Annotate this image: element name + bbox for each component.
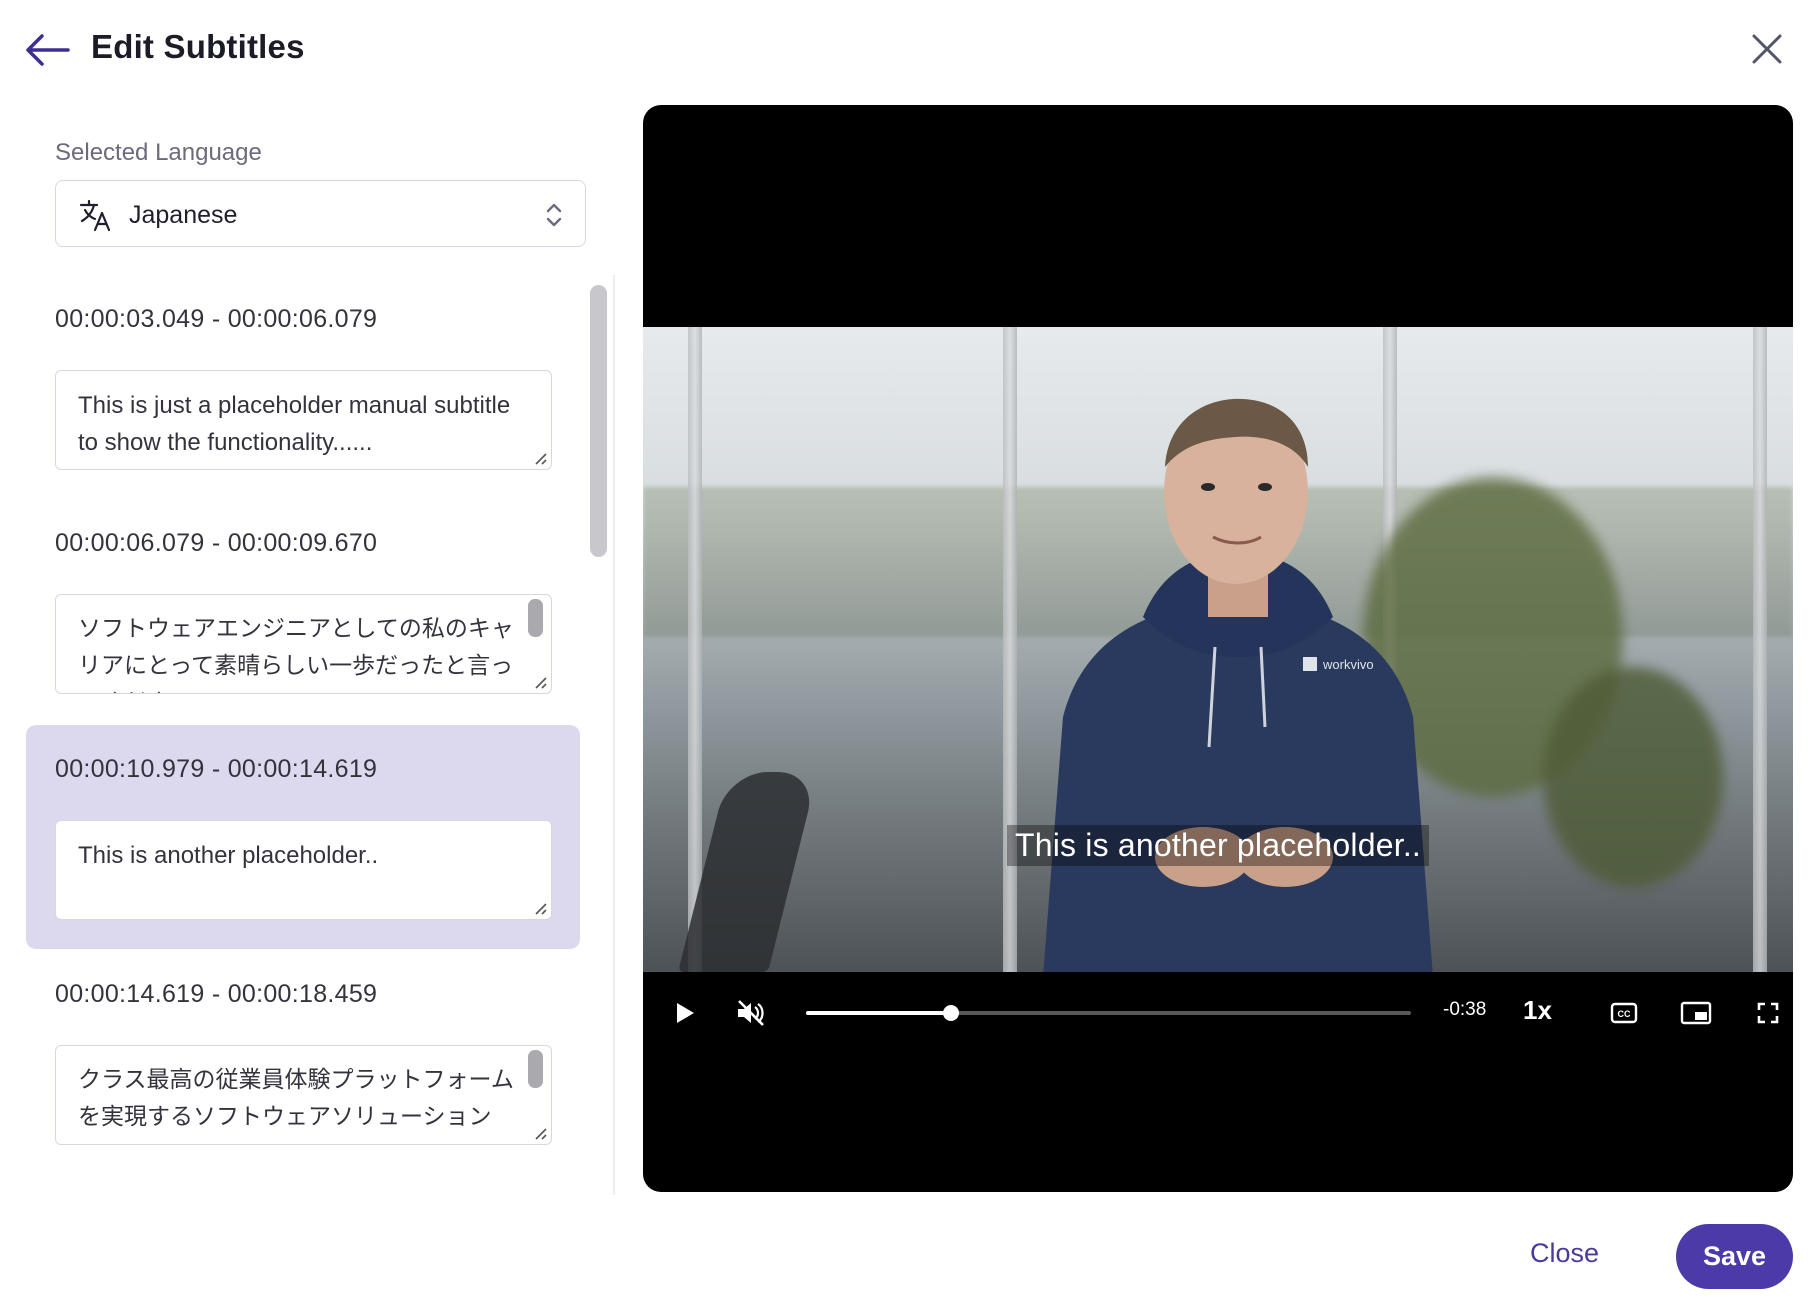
cue-item-active[interactable]: 00:00:10.979 - 00:00:14.619 This is anot… bbox=[26, 725, 580, 949]
language-label: Selected Language bbox=[55, 139, 262, 166]
video-player[interactable]: workvivo This is another placeholder.. -… bbox=[643, 105, 1793, 1192]
modal-header: Edit Subtitles bbox=[0, 0, 1814, 100]
language-value: Japanese bbox=[129, 201, 238, 229]
cue-text-input[interactable]: クラス最高の従業員体験プラットフォームを実現するソフトウェアソリューション bbox=[55, 1045, 552, 1145]
close-modal-button[interactable] bbox=[1748, 30, 1786, 68]
fullscreen-button[interactable] bbox=[1745, 985, 1791, 1040]
window-frame bbox=[1753, 327, 1767, 972]
time-remaining: -0:38 bbox=[1443, 999, 1487, 1020]
hoodie-brand: workvivo bbox=[1322, 657, 1374, 672]
cue-timestamp: 00:00:06.079 - 00:00:09.670 bbox=[55, 529, 378, 557]
playback-speed-button[interactable]: 1x bbox=[1523, 995, 1552, 1026]
pip-button[interactable] bbox=[1673, 985, 1719, 1040]
picture-in-picture-icon bbox=[1680, 1001, 1712, 1024]
presenter: workvivo bbox=[1043, 398, 1433, 972]
cue-text: This is another placeholder.. bbox=[78, 842, 379, 869]
cue-text-input[interactable]: This is another placeholder.. bbox=[55, 820, 552, 920]
progress-handle[interactable] bbox=[943, 1005, 960, 1021]
cue-timestamp: 00:00:10.979 - 00:00:14.619 bbox=[55, 755, 378, 783]
play-icon bbox=[677, 1002, 694, 1023]
cc-icon: CC bbox=[1610, 1002, 1638, 1023]
list-scrollbar[interactable] bbox=[590, 285, 607, 557]
page-title: Edit Subtitles bbox=[91, 28, 305, 65]
cue-item[interactable]: 00:00:06.079 - 00:00:09.670 ソフトウェアエンジニアと… bbox=[26, 499, 580, 723]
cue-item[interactable]: 00:00:14.619 - 00:00:18.459 クラス最高の従業員体験プ… bbox=[26, 950, 580, 1174]
resize-grip-icon[interactable] bbox=[532, 450, 548, 466]
cue-timestamp: 00:00:03.049 - 00:00:06.079 bbox=[55, 305, 378, 333]
subtitle-cue-list[interactable]: 00:00:03.049 - 00:00:06.079 This is just… bbox=[0, 275, 615, 1195]
play-button[interactable] bbox=[665, 985, 705, 1040]
back-button[interactable] bbox=[22, 28, 72, 72]
cue-text: クラス最高の従業員体験プラットフォームを実現するソフトウェアソリューション bbox=[78, 1067, 514, 1130]
progress-fill bbox=[806, 1011, 952, 1015]
cue-text-input[interactable]: This is just a placeholder manual subtit… bbox=[55, 370, 552, 470]
window-frame bbox=[688, 327, 702, 972]
translate-icon bbox=[79, 199, 111, 232]
cue-timestamp: 00:00:14.619 - 00:00:18.459 bbox=[55, 980, 378, 1008]
cue-text-input[interactable]: ソフトウェアエンジニアとしての私のキャリアにとって素晴らしい一歩だったと言ってく… bbox=[55, 594, 552, 694]
fullscreen-icon bbox=[1757, 1002, 1779, 1023]
resize-grip-icon[interactable] bbox=[532, 1125, 548, 1141]
textarea-scrollbar[interactable] bbox=[528, 599, 543, 637]
cue-text: ソフトウェアエンジニアとしての私のキャリアにとって素晴らしい一歩だったと言ってく… bbox=[78, 616, 514, 693]
list-divider bbox=[613, 275, 615, 1195]
resize-grip-icon[interactable] bbox=[532, 674, 548, 690]
caption-overlay: This is another placeholder.. bbox=[643, 825, 1793, 866]
arrow-left-icon bbox=[26, 34, 70, 66]
video-controls: -0:38 1x CC bbox=[643, 985, 1793, 1040]
save-button[interactable]: Save bbox=[1676, 1224, 1793, 1289]
caption-text: This is another placeholder.. bbox=[1006, 825, 1430, 866]
close-button[interactable]: Close bbox=[1530, 1238, 1599, 1269]
captions-button[interactable]: CC bbox=[1601, 985, 1647, 1040]
updown-chevron-icon bbox=[546, 203, 562, 227]
video-progress-bar[interactable] bbox=[806, 1005, 1411, 1021]
resize-grip-icon[interactable] bbox=[532, 900, 548, 916]
muted-volume-icon bbox=[738, 999, 764, 1026]
cue-text: This is just a placeholder manual subtit… bbox=[78, 392, 511, 456]
close-icon bbox=[1752, 34, 1782, 64]
language-select[interactable]: Japanese bbox=[55, 180, 586, 247]
video-frame: workvivo bbox=[643, 327, 1793, 972]
cue-item[interactable]: 00:00:03.049 - 00:00:06.079 This is just… bbox=[26, 275, 580, 499]
svg-text:CC: CC bbox=[1618, 1009, 1631, 1019]
mute-button[interactable] bbox=[729, 985, 773, 1040]
textarea-scrollbar[interactable] bbox=[528, 1050, 543, 1088]
